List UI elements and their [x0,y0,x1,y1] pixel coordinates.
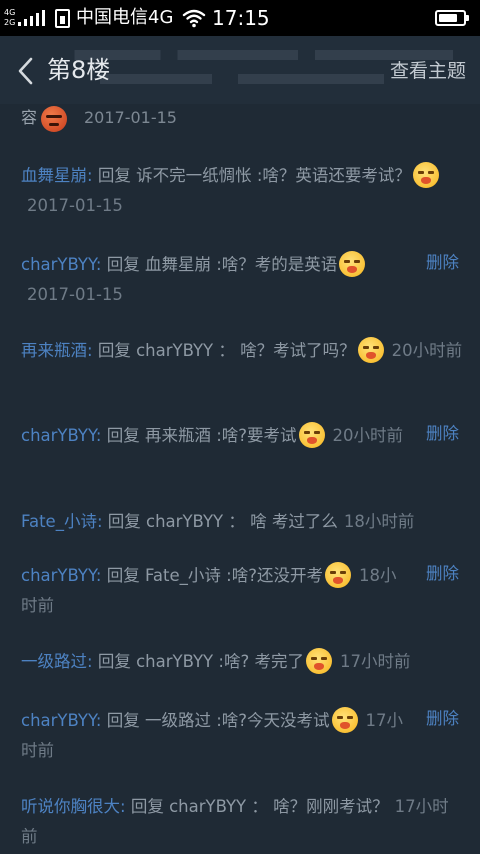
top-navigation-bar: 第8楼 查看主题 [0,36,480,104]
reply-time: 2017-01-15 [27,285,123,304]
grinning-face-icon [305,647,332,674]
grinning-face-icon [412,161,439,188]
reply-keyword: 回复 [107,512,141,531]
reply-item[interactable]: charYBYY: 回复 一级路过 :啥?今天没考试 17小时前 [21,706,411,766]
status-clock: 17:15 [212,6,270,30]
reply-content: :啥？考的是英语 [216,255,338,274]
reply-author[interactable]: 听说你胸很大 [21,797,120,816]
reply-time: 20小时前 [332,426,404,445]
author-colon: : [95,711,102,730]
reply-target: Fate_小诗 [144,566,221,585]
reply-author[interactable]: 血舞星崩 [21,166,87,185]
reply-item[interactable]: charYBYY: 回复 血舞星崩 :啥？考的是英语 2017-01-15 [21,250,411,310]
reply-item[interactable]: charYBYY: 回复 Fate_小诗 :啥?还没开考 18小时前 [21,561,411,621]
delete-button[interactable]: 删除 [426,559,459,589]
reply-item[interactable]: 再来瓶酒: 回复 charYBYY ： 啥？考试了吗？ 20小时前 [21,336,463,366]
reply-time: 2017-01-15 [27,196,123,215]
grinning-face-icon [325,561,351,588]
reply-target: charYBYY [169,797,247,816]
reply-keyword: 回复 [106,566,140,585]
reply-target: charYBYY [146,512,224,531]
reply-time: 17小时前 [339,652,411,671]
delete-button[interactable]: 删除 [426,419,459,449]
reply-content: :啥?要考试 [216,426,297,445]
reply-target: charYBYY [136,652,214,671]
grinning-face-icon [298,421,325,448]
reply-keyword: 回复 [106,711,140,730]
reply-time: 18小时前 [343,512,415,531]
reply-keyword: 回复 [130,797,164,816]
sim-card-icon [55,9,70,28]
status-bar: 4G 2G 中国电信4G 17:15 [0,0,480,36]
reply-author[interactable]: 再来瓶酒 [21,341,87,360]
reply-keyword: 回复 [106,255,140,274]
reply-keyword: 回复 [106,426,140,445]
reply-author[interactable]: 一级路过 [21,652,87,671]
reply-author[interactable]: charYBYY [21,426,96,445]
network-type-primary: 4G [4,8,16,17]
reply-target: charYBYY [136,341,214,360]
author-colon: : [87,166,93,185]
author-colon: : [95,566,102,585]
grinning-face-icon [339,250,366,277]
reply-item[interactable]: charYBYY: 回复 再来瓶酒 :啥?要考试 20小时前 [21,421,411,451]
author-colon: : [95,255,102,274]
carrier-name: 中国电信4G [76,7,174,28]
grinning-face-icon [331,706,358,733]
signal-strength-icon [18,10,48,26]
reply-content: :啥? 考完了 [218,652,304,671]
wifi-icon [182,9,206,28]
delete-button[interactable]: 删除 [426,704,459,734]
reply-item[interactable]: Fate_小诗: 回复 charYBYY ： 啥 考过了么 18小时前 [21,507,463,537]
reply-author[interactable]: charYBYY [21,255,96,274]
reply-content: ： 啥？考试了吗？ [218,341,356,360]
reply-content: :啥?今天没考试 [216,711,330,730]
reply-target: 再来瓶酒 [144,426,211,445]
previous-comment-time: 2017-01-15 [84,108,177,127]
reply-content: :啥?还没开考 [226,566,323,585]
reply-content: ： 啥 考过了么 [228,512,338,531]
reply-item[interactable]: 一级路过: 回复 charYBYY :啥? 考完了 17小时前 [21,647,463,677]
battery-icon [435,10,469,26]
reply-item[interactable]: 听说你胸很大: 回复 charYBYY ： 啥？刚刚考试？ 17小时前 [21,792,463,852]
reply-content: :啥？英语还要考试？ [256,166,411,185]
reply-author[interactable]: charYBYY [21,711,96,730]
reply-item[interactable]: 血舞星崩: 回复 诉不完一纸惆怅 :啥？英语还要考试？ 2017-01-15 [21,161,463,221]
view-topic-button[interactable]: 查看主题 [390,58,466,84]
reply-content: ： 啥？刚刚考试？ [251,797,389,816]
reply-keyword: 回复 [97,341,131,360]
author-colon: : [87,652,93,671]
angry-face-icon [41,106,67,132]
reply-keyword: 回复 [97,652,131,671]
author-colon: : [120,797,126,816]
author-colon: : [96,512,103,531]
reply-author[interactable]: charYBYY [21,566,96,585]
reply-author[interactable]: Fate_小诗 [21,512,97,531]
previous-comment-tail: 容 [21,108,38,127]
author-colon: : [95,426,102,445]
grinning-face-icon [357,336,384,363]
battery-level [439,14,457,22]
author-colon: : [87,341,93,360]
delete-button[interactable]: 删除 [426,248,459,278]
reply-keyword: 回复 [97,166,131,185]
network-type-secondary: 2G [4,18,16,27]
chevron-left-icon[interactable] [14,56,38,86]
reply-time: 20小时前 [391,341,463,360]
reply-target: 一级路过 [144,711,211,730]
reply-target: 诉不完一纸惆怅 [136,166,252,185]
page-title: 第8楼 [47,56,111,84]
reply-target: 血舞星崩 [144,255,211,274]
